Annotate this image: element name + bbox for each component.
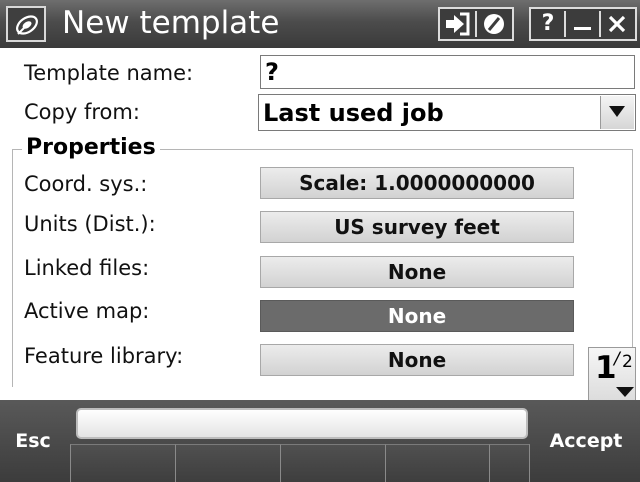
page-total: 2: [622, 352, 633, 372]
template-name-label: Template name:: [24, 61, 194, 85]
active-map-label: Active map:: [24, 299, 150, 323]
softkey-slot-3[interactable]: [280, 444, 385, 482]
softkey-slot-4[interactable]: [385, 444, 489, 482]
circle-slash-icon: [484, 14, 504, 34]
window-title: New template: [62, 5, 280, 41]
linked-files-label: Linked files:: [24, 256, 150, 280]
help-button[interactable]: ?: [531, 9, 565, 39]
coord-sys-button[interactable]: Scale: 1.0000000000: [260, 167, 574, 199]
page-down-icon: [616, 387, 634, 397]
minimize-icon: [574, 27, 591, 30]
accept-button[interactable]: Accept: [534, 400, 638, 482]
esc-button[interactable]: Esc: [0, 400, 66, 482]
close-icon: [608, 15, 626, 33]
active-map-button[interactable]: None: [260, 300, 574, 332]
chevron-down-icon[interactable]: [600, 96, 634, 129]
softkey-slot-2[interactable]: [175, 444, 280, 482]
page-indicator-button[interactable]: 1 / 2: [588, 347, 636, 402]
feature-library-label: Feature library:: [24, 344, 184, 368]
copy-from-dropdown[interactable]: Last used job: [258, 94, 636, 131]
status-line: [76, 408, 528, 439]
softkey-slot-1[interactable]: [70, 444, 175, 482]
app-logo-icon[interactable]: [6, 6, 46, 42]
page-separator: /: [614, 349, 620, 369]
copy-from-value: Last used job: [263, 99, 444, 127]
properties-title: Properties: [22, 134, 160, 162]
units-dist-label: Units (Dist.):: [24, 212, 156, 236]
feature-library-button[interactable]: None: [260, 344, 574, 376]
copy-from-label: Copy from:: [24, 100, 140, 124]
template-name-input[interactable]: ?: [260, 55, 635, 89]
units-dist-button[interactable]: US survey feet: [260, 211, 574, 243]
title-bar: New template ?: [0, 0, 640, 48]
login-button[interactable]: [438, 7, 514, 41]
linked-files-button[interactable]: None: [260, 256, 574, 288]
coord-sys-label: Coord. sys.:: [24, 172, 148, 196]
softkey-slot-5[interactable]: [489, 444, 530, 482]
window-controls: ?: [529, 7, 637, 41]
login-arrow-icon: [446, 12, 470, 36]
